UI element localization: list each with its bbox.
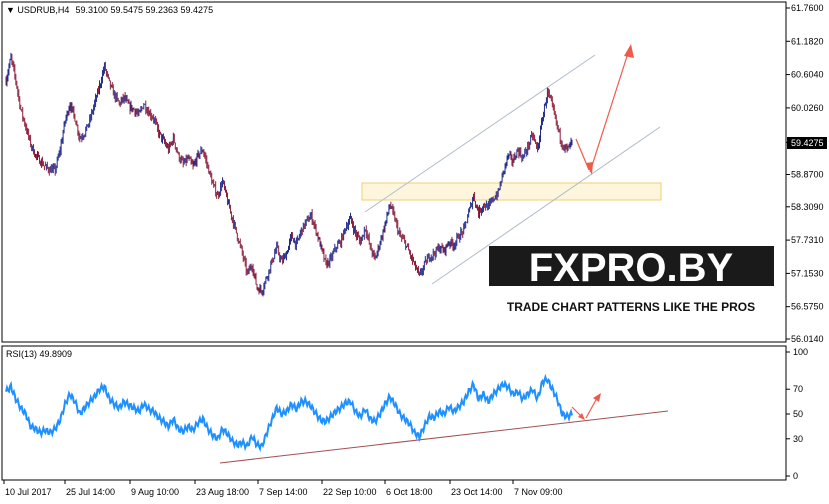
last-price-label: 59.4275: [791, 138, 824, 148]
rsi-panel: [1, 345, 787, 481]
price-tick-label: 58.8700: [791, 169, 824, 179]
price-tick-label: 57.7310: [791, 235, 824, 245]
time-tick-label: 23 Aug 18:00: [196, 487, 249, 497]
time-tick-label: 9 Aug 10:00: [131, 487, 179, 497]
rsi-axis: 100 70 50 30 0: [786, 347, 808, 481]
chart-header: ▼ USDRUB,H4 59.3100 59.5475 59.2363 59.42…: [6, 5, 213, 15]
price-tick-label: 61.7600: [791, 3, 824, 13]
chart-canvas: ▼ USDRUB,H4 59.3100 59.5475 59.2363 59.42…: [1, 1, 827, 497]
time-tick-label: 25 Jul 14:00: [66, 487, 115, 497]
rsi-tick-label: 50: [793, 409, 803, 419]
rsi-tick-label: 30: [793, 434, 803, 444]
time-tick-label: 6 Oct 18:00: [386, 487, 433, 497]
time-axis: 10 Jul 2017 25 Jul 14:00 9 Aug 10:00 23 Aug…: [3, 480, 563, 497]
time-tick-label: 7 Sep 14:00: [259, 487, 308, 497]
fxpro-logo: FXPRO.BY TRADE CHART PATTERNS LIKE THE P…: [489, 246, 774, 318]
time-tick-label: 23 Oct 14:00: [451, 487, 503, 497]
price-tick-label: 56.5750: [791, 302, 824, 312]
rsi-header: RSI(13) 49.8909: [6, 349, 72, 359]
price-panel: [1, 1, 787, 343]
price-axis: 61.7600 61.1820 60.6040 60.0260 58.8700 58.30…: [786, 3, 824, 344]
price-tick-label: 60.6040: [791, 70, 824, 80]
support-zone: [361, 182, 662, 201]
time-tick-label: 10 Jul 2017: [5, 487, 52, 497]
header-arrow-icon: ▼: [6, 5, 17, 15]
price-tick-label: 57.1530: [791, 268, 824, 278]
rsi-tick-label: 100: [793, 347, 808, 357]
price-tick-label: 61.1820: [791, 36, 824, 46]
price-tick-label: 58.3090: [791, 202, 824, 212]
symbol-label: USDRUB,H4: [17, 5, 69, 15]
rsi-tick-label: 70: [793, 384, 803, 394]
price-tick-label: 60.0260: [791, 103, 824, 113]
time-tick-label: 22 Sep 10:00: [323, 487, 377, 497]
ohlc-label: 59.3100 59.5475 59.2363 59.4275: [75, 5, 213, 15]
logo-brand: FXPRO.BY: [529, 246, 734, 290]
logo-tagline: TRADE CHART PATTERNS LIKE THE PROS: [507, 300, 755, 314]
rsi-tick-label: 0: [793, 471, 798, 481]
price-tick-label: 56.0140: [791, 334, 824, 344]
time-tick-label: 7 Nov 09:00: [514, 487, 563, 497]
